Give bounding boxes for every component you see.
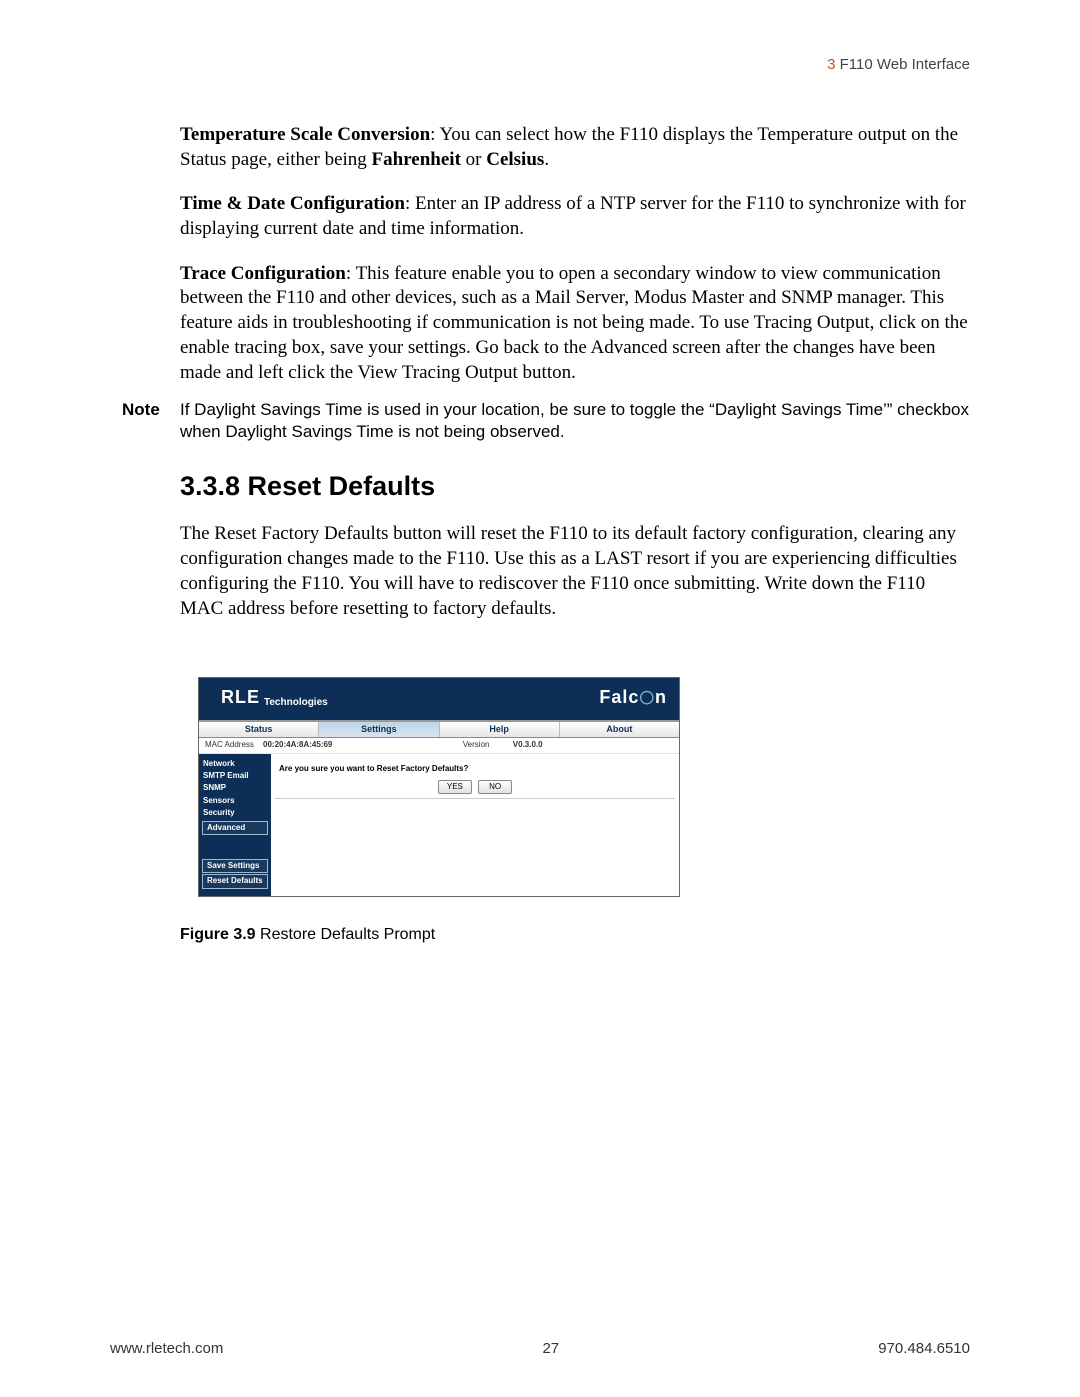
mac-label: MAC Address: [205, 740, 263, 750]
paragraph-trace: Trace Configuration: This feature enable…: [180, 262, 970, 385]
info-bar: MAC Address 00:20:4A:8A:45:69 Version V0…: [199, 738, 679, 753]
sidebar-item-network[interactable]: Network: [199, 758, 271, 770]
logo-rle: RLE Technologies: [221, 686, 328, 709]
logo-falcon: Falc◯n: [599, 686, 667, 709]
paragraph-time-date: Time & Date Configuration: Enter an IP a…: [180, 192, 970, 241]
no-button[interactable]: NO: [478, 780, 512, 794]
tab-about[interactable]: About: [560, 722, 679, 738]
yes-button[interactable]: YES: [438, 780, 472, 794]
reset-prompt-text: Are you sure you want to Reset Factory D…: [279, 764, 671, 774]
version-label: Version: [463, 740, 513, 750]
sidebar-item-sensors[interactable]: Sensors: [199, 795, 271, 807]
footer-url: www.rletech.com: [110, 1340, 223, 1357]
sidebar-item-advanced[interactable]: Advanced: [202, 821, 268, 835]
footer-phone: 970.484.6510: [878, 1340, 970, 1357]
screenshot-reset-defaults: RLE Technologies Falc◯n Status Settings …: [198, 677, 680, 897]
chapter-number: 3: [827, 56, 835, 73]
chapter-title: F110 Web Interface: [840, 56, 970, 73]
tab-status[interactable]: Status: [199, 722, 319, 738]
section-body: The Reset Factory Defaults button will r…: [180, 522, 970, 621]
tab-help[interactable]: Help: [440, 722, 560, 738]
sidebar-reset-defaults[interactable]: Reset Defaults: [202, 874, 268, 888]
page-footer: www.rletech.com 27 970.484.6510: [110, 1340, 970, 1357]
section-heading: 3.3.8 Reset Defaults: [180, 469, 970, 504]
footer-page-number: 27: [542, 1340, 559, 1357]
main-pane: Are you sure you want to Reset Factory D…: [271, 754, 679, 896]
tab-settings[interactable]: Settings: [319, 722, 439, 738]
sidebar-item-snmp[interactable]: SNMP: [199, 782, 271, 794]
running-header: 3 F110 Web Interface: [110, 56, 970, 73]
tab-bar: Status Settings Help About: [199, 720, 679, 739]
figure-caption: Figure 3.9 Restore Defaults Prompt: [180, 925, 970, 946]
note-block: Note If Daylight Savings Time is used in…: [110, 399, 970, 443]
version-value: V0.3.0.0: [513, 740, 543, 750]
note-label: Note: [110, 399, 180, 421]
sidebar-item-security[interactable]: Security: [199, 807, 271, 819]
sidebar-item-smtp[interactable]: SMTP Email: [199, 770, 271, 782]
note-text: If Daylight Savings Time is used in your…: [180, 399, 970, 443]
sidebar-save-settings[interactable]: Save Settings: [202, 859, 268, 873]
sidebar: Network SMTP Email SNMP Sensors Security…: [199, 754, 271, 896]
mac-value: 00:20:4A:8A:45:69: [263, 740, 332, 750]
paragraph-temperature: Temperature Scale Conversion: You can se…: [180, 123, 970, 172]
app-banner: RLE Technologies Falc◯n: [199, 678, 679, 719]
